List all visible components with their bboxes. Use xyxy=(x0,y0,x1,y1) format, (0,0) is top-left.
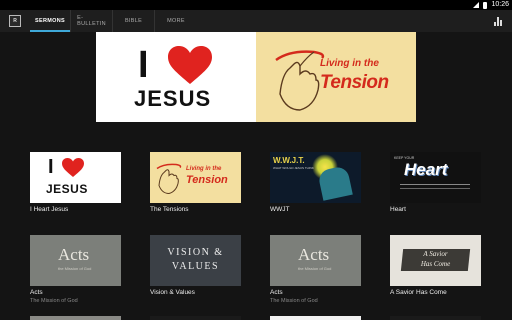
hand-rubber-band-icon xyxy=(156,163,182,195)
thumb-text: WHAT WOULD JESUS THINK xyxy=(273,166,314,170)
sermon-card[interactable]: W.W.J.T. WHAT WOULD JESUS THINK WWJT xyxy=(270,152,361,213)
sermon-thumbnail: VISION & VALUES xyxy=(150,235,241,286)
thumb-text: VALUES xyxy=(171,261,220,272)
sermon-title: Vision & Values xyxy=(150,289,195,296)
thumb-text: JESUS xyxy=(46,182,88,196)
sermon-title: Heart xyxy=(390,206,406,213)
sermon-card[interactable]: Acts the Mission of God Acts The Mission… xyxy=(30,235,121,304)
sermon-card[interactable]: Living in the Tension The Tensions xyxy=(150,152,241,213)
sermon-thumbnail: KEEP YOUR Heart xyxy=(390,152,481,203)
thumb-text: Tension xyxy=(186,174,228,186)
featured-series-banner[interactable]: I JESUS Living in the Tension xyxy=(96,32,416,122)
sermon-thumbnail: Acts the Mission of God xyxy=(30,235,121,286)
sermon-thumbnail: I JESUS xyxy=(30,152,121,203)
sermon-title: A Savior Has Come xyxy=(390,289,447,296)
thumb-text: the Mission of God xyxy=(298,266,332,271)
sermon-subtitle: The Mission of God xyxy=(270,298,318,304)
thumb-text: Has Come xyxy=(420,260,451,268)
heart-icon xyxy=(168,46,212,84)
thumb-text: A Savior xyxy=(423,250,448,258)
status-icons: 10:26 xyxy=(473,0,509,10)
signal-icon xyxy=(473,2,480,8)
bar-chart-icon[interactable] xyxy=(494,16,504,26)
thumb-text: Heart xyxy=(404,160,448,179)
thumb-text: I xyxy=(48,156,54,178)
sermon-title: Acts xyxy=(30,289,43,296)
hero-living-in-tension: Living in the Tension xyxy=(256,32,416,122)
sermon-card[interactable]: VISION & VALUES Vision & Values xyxy=(150,235,241,296)
app-logo-icon[interactable]: R xyxy=(9,15,21,27)
sermon-card[interactable]: KEEP YOUR Heart Heart xyxy=(390,152,481,213)
battery-icon xyxy=(483,1,488,9)
tab-bible[interactable]: BIBLE xyxy=(113,10,155,32)
status-time: 10:26 xyxy=(491,1,509,8)
sermon-thumbnail: W.W.J.T. WHAT WOULD JESUS THINK xyxy=(270,152,361,203)
sermon-thumbnail: A Savior Has Come xyxy=(390,235,481,286)
sermon-title: I Heart Jesus xyxy=(30,206,69,213)
thumb-text: the Mission of God xyxy=(58,266,92,271)
tab-more[interactable]: MORE xyxy=(155,10,197,32)
app-toolbar: R SERMONS E-BULLETIN BIBLE MORE xyxy=(0,10,512,32)
sermon-card[interactable]: A Savior Has Come A Savior Has Come xyxy=(390,235,481,296)
figure-graphic xyxy=(317,165,353,201)
thumb-text: W.W.J.T. xyxy=(273,156,305,165)
sermon-card[interactable]: Acts the Mission of God Acts The Mission… xyxy=(270,235,361,304)
hero-i-letter: I xyxy=(138,44,149,86)
thumb-text: Living in the xyxy=(186,166,222,172)
sermon-subtitle: The Mission of God xyxy=(30,298,78,304)
divider xyxy=(400,184,470,185)
status-bar: 10:26 xyxy=(0,0,512,10)
thumb-text: Acts xyxy=(298,245,330,264)
hero-tension-text: Tension xyxy=(320,72,389,93)
divider xyxy=(400,188,470,189)
next-row-peek xyxy=(30,316,482,320)
hero-i-heart-jesus: I JESUS xyxy=(96,32,256,122)
tab-bar: SERMONS E-BULLETIN BIBLE MORE xyxy=(30,10,197,32)
heart-icon xyxy=(62,158,84,177)
hero-living-text: Living in the xyxy=(320,58,379,69)
sermon-card[interactable]: I JESUS I Heart Jesus xyxy=(30,152,121,213)
thumb-text: Acts xyxy=(58,245,90,264)
tab-e-bulletin[interactable]: E-BULLETIN xyxy=(71,10,113,32)
hero-jesus-text: JESUS xyxy=(134,86,212,111)
thumb-text: VISION & xyxy=(167,247,224,258)
sermon-title: The Tensions xyxy=(150,206,189,213)
sermon-thumbnail: Living in the Tension xyxy=(150,152,241,203)
tab-sermons[interactable]: SERMONS xyxy=(30,10,71,32)
sermon-title: Acts xyxy=(270,289,283,296)
sermon-title: WWJT xyxy=(270,206,290,213)
sermon-thumbnail: Acts the Mission of God xyxy=(270,235,361,286)
